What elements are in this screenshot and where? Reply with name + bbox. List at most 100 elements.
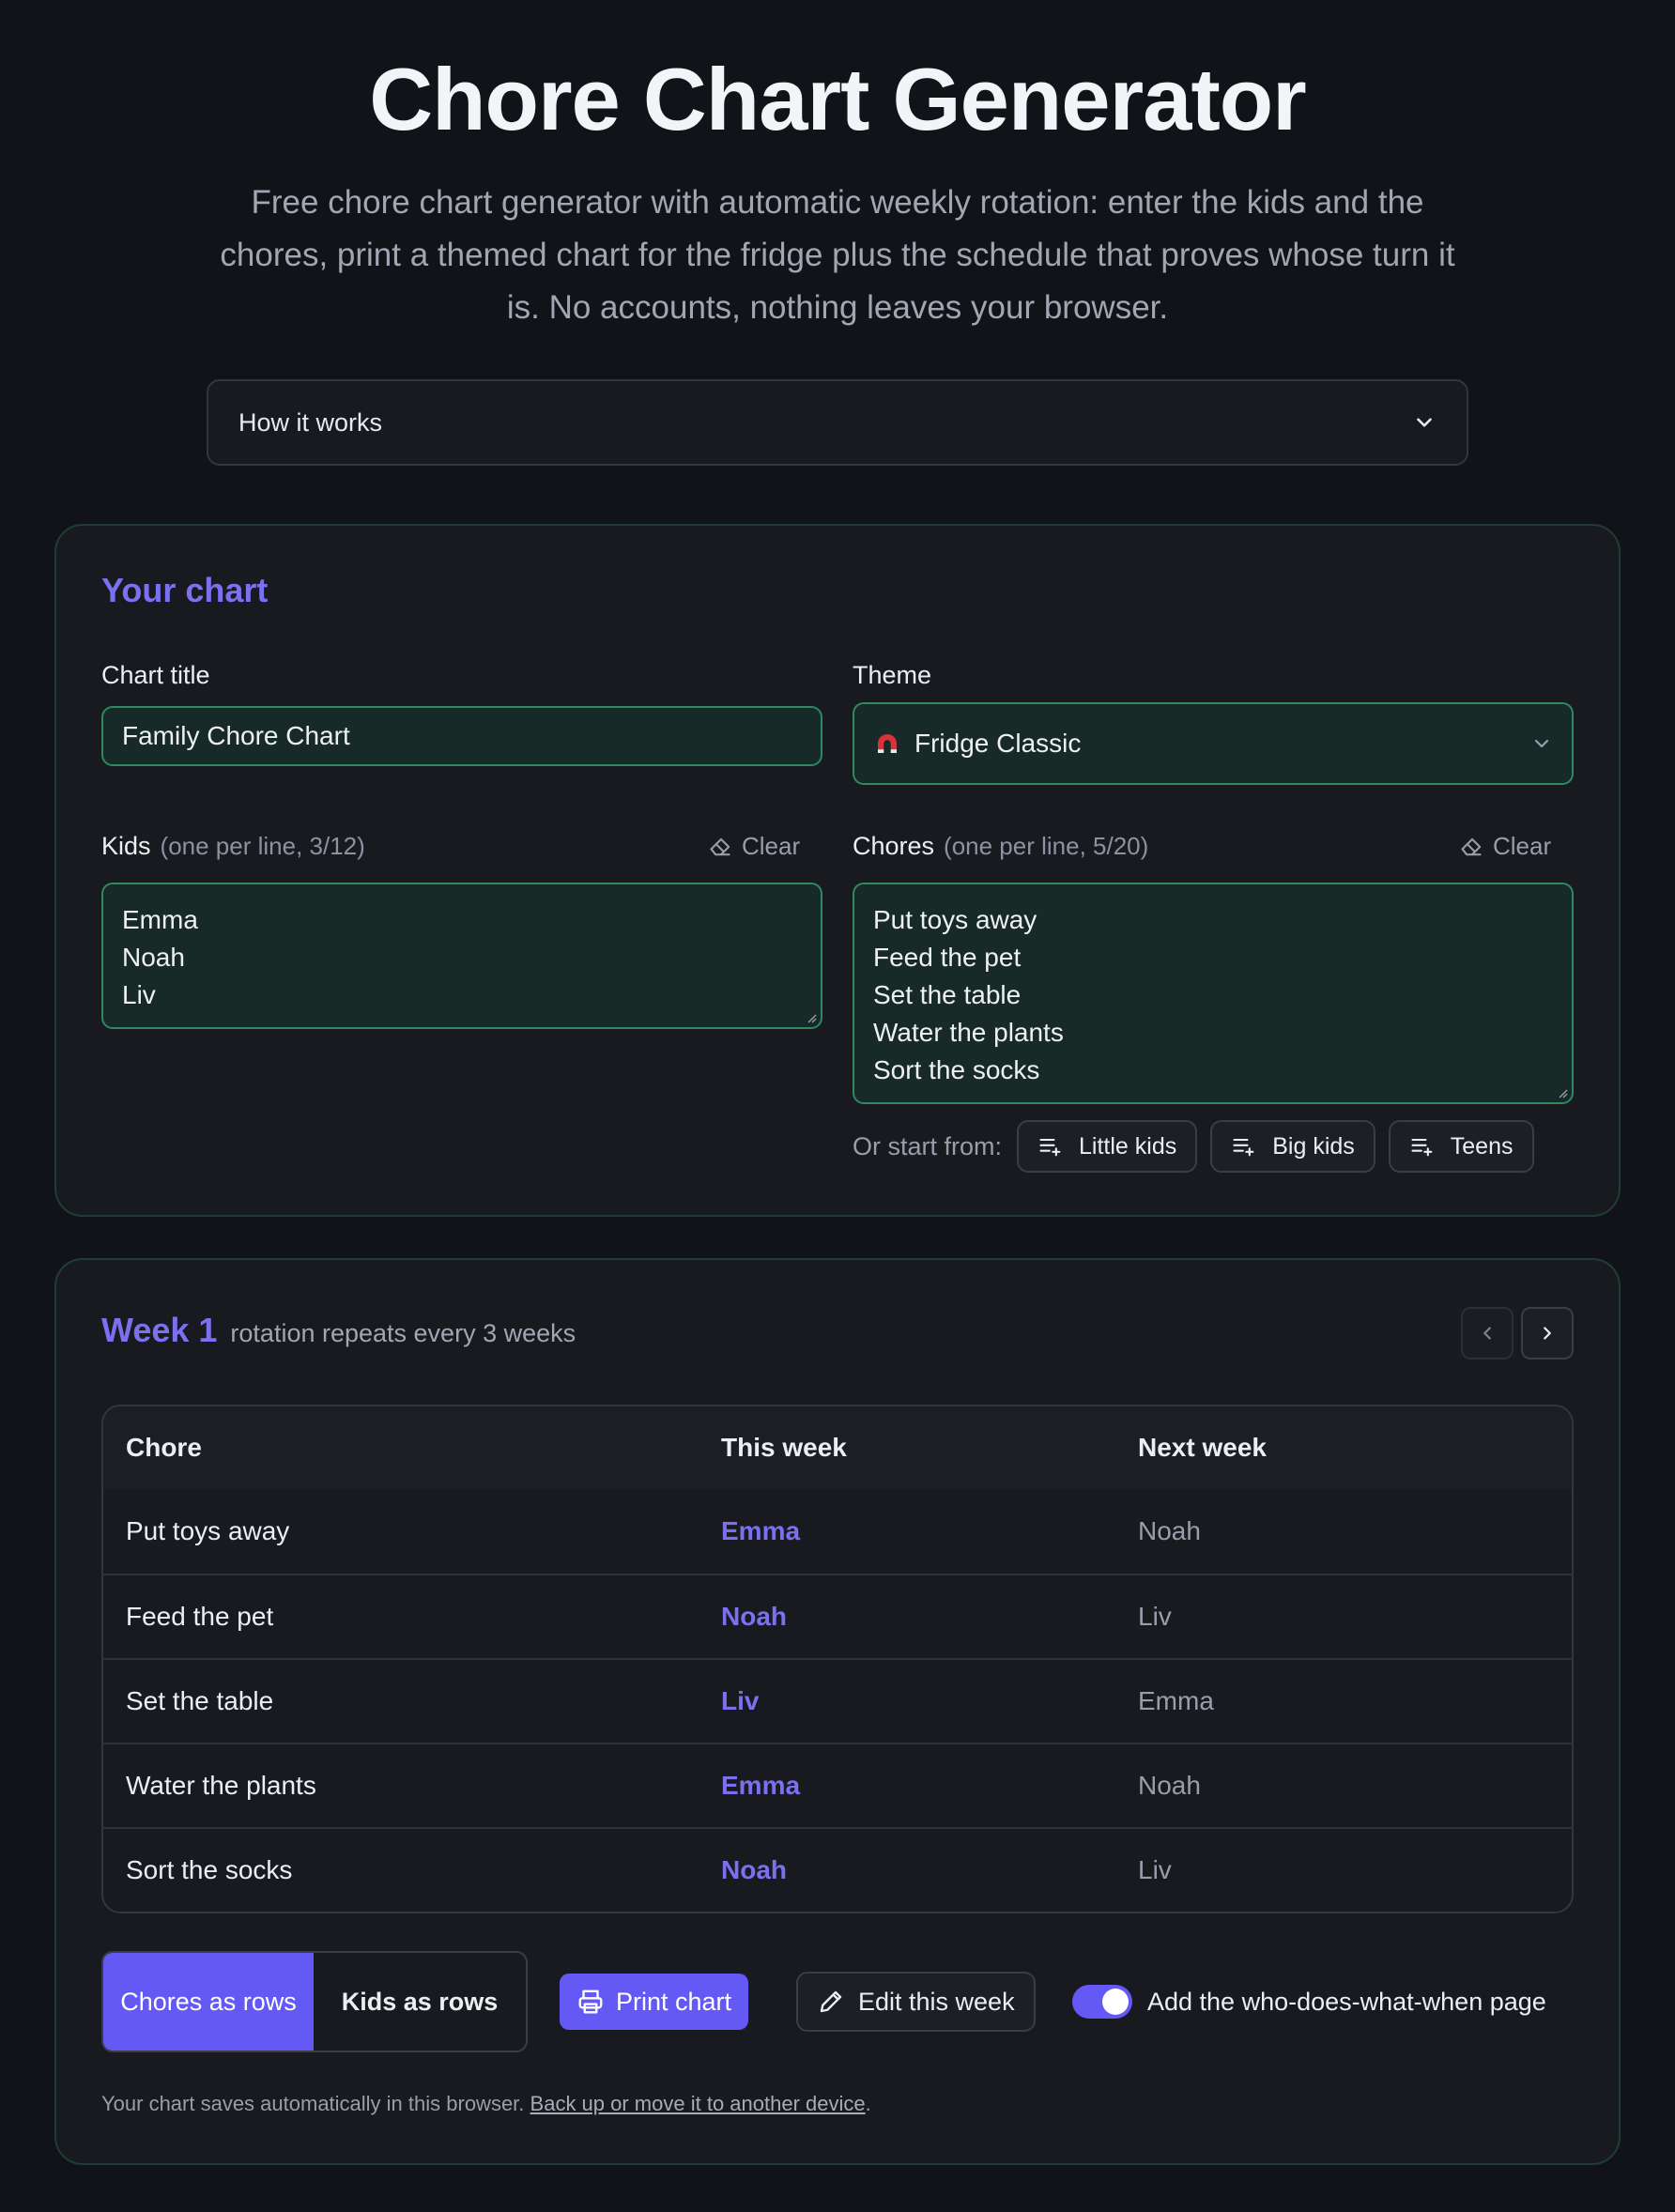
backup-link[interactable]: Back up or move it to another device [530,2092,866,2115]
list-add-icon [1039,1138,1061,1157]
magnet-icon [878,734,897,753]
page-title: Chore Chart Generator [369,50,1307,148]
kid-line: Emma [122,905,198,934]
chore-line: Set the table [873,980,1022,1009]
autosave-note: Your chart saves automatically in this b… [101,2092,871,2116]
preset-row: Or start from: Little kids Big kids Teen… [853,1119,1547,1174]
print-chart-button[interactable]: Print chart [560,1974,749,2030]
preset-label: Teens [1450,1132,1514,1160]
column-header: Next week [1138,1433,1267,1462]
chore-line: Put toys away [873,905,1037,934]
kids-label-text: Kids [101,832,151,860]
pencil-icon [820,1990,842,2013]
chore-line: Water the plants [873,1018,1064,1047]
table-row: Feed the pet Noah Liv [103,1574,1572,1658]
resize-grip-icon[interactable] [804,1010,817,1023]
next-week-cell: Noah [1138,1516,1201,1545]
this-week-cell: Liv [721,1686,760,1715]
next-week-cell: Emma [1138,1686,1214,1715]
layout-toggle: Chores as rows Kids as rows [101,1951,528,2052]
kids-hint: (one per line, 3/12) [160,832,365,860]
previous-week-button[interactable] [1461,1307,1514,1359]
preset-label: Little kids [1079,1132,1177,1160]
eraser-icon [1461,837,1482,855]
week-title: Week 1 [101,1311,218,1349]
rotation-note: rotation repeats every 3 weeks [230,1319,576,1347]
kid-line: Liv [122,980,156,1009]
chore-cell: Sort the socks [126,1855,293,1884]
start-from-label: Or start from: [853,1131,1003,1160]
chores-hint: (one per line, 5/20) [944,832,1149,860]
how-it-works-label: How it works [238,407,383,437]
next-week-cell: Noah [1138,1771,1201,1800]
column-header: Chore [126,1433,202,1462]
kids-textarea[interactable]: Emma Noah Liv [101,883,822,1029]
chore-cell: Water the plants [126,1771,316,1800]
print-chart-label: Print chart [616,1987,732,2016]
table-row: Sort the socks Noah Liv [103,1827,1572,1912]
this-week-cell: Noah [721,1855,787,1884]
kids-as-rows-option[interactable]: Kids as rows [314,1953,526,2051]
chevron-down-icon [1417,418,1432,427]
next-week-cell: Liv [1138,1855,1172,1884]
table-row: Put toys away Emma Noah [103,1489,1572,1574]
clear-kids-label: Clear [742,832,801,860]
kid-line: Noah [122,943,185,972]
clear-kids-button[interactable]: Clear [708,832,800,861]
table-header-row: Chore This week Next week [103,1406,1572,1489]
chevron-down-icon [1534,739,1549,748]
chore-cell: Feed the pet [126,1602,274,1631]
resize-grip-icon[interactable] [1555,1085,1568,1098]
chores-label-text: Chores [853,832,935,860]
this-week-cell: Emma [721,1516,801,1545]
theme-label: Theme [853,661,932,689]
chore-line: Feed the pet [873,943,1022,972]
week-heading: Week 1 rotation repeats every 3 weeks [101,1311,576,1350]
list-add-icon [1233,1138,1254,1157]
printer-icon [578,1989,603,2014]
next-week-button[interactable] [1521,1307,1574,1359]
preset-little-kids-button[interactable]: Little kids [1017,1120,1198,1173]
chart-title-label: Chart title [101,661,210,689]
how-it-works-toggle[interactable]: How it works [207,379,1468,466]
autosave-text: Your chart saves automatically in this b… [101,2092,525,2115]
page: Chore Chart Generator Free chore chart g… [0,0,1675,2212]
theme-value: Fridge Classic [914,729,1082,758]
chevron-right-icon [1544,1327,1551,1340]
rotation-table: Chore This week Next week Put toys away … [101,1405,1574,1913]
autosave-end: . [865,2092,871,2115]
table-body: Put toys away Emma Noah Feed the pet Noa… [103,1489,1572,1912]
edit-week-button[interactable]: Edit this week [796,1972,1036,2032]
preset-label: Big kids [1272,1132,1355,1160]
chore-cell: Set the table [126,1686,274,1715]
next-week-cell: Liv [1138,1602,1172,1631]
toggle-knob [1102,1989,1129,2015]
theme-select[interactable]: Fridge Classic [853,702,1574,785]
chore-line: Sort the socks [873,1055,1040,1084]
chart-heading: Your chart [101,571,269,609]
edit-week-label: Edit this week [858,1987,1015,2016]
clear-chores-button[interactable]: Clear [1459,832,1551,861]
chores-textarea[interactable]: Put toys away Feed the pet Set the table… [853,883,1574,1104]
chores-as-rows-option[interactable]: Chores as rows [103,1953,314,2051]
preset-big-kids-button[interactable]: Big kids [1210,1120,1375,1173]
chart-title-input[interactable]: Family Chore Chart [101,706,822,766]
kids-label: Kids (one per line, 3/12) [101,832,365,861]
this-week-cell: Emma [721,1771,801,1800]
table-row: Water the plants Emma Noah [103,1743,1572,1827]
preset-teens-button[interactable]: Teens [1388,1120,1534,1173]
chores-label: Chores (one per line, 5/20) [853,832,1148,861]
clear-chores-label: Clear [1493,832,1552,860]
eraser-icon [710,837,730,855]
week-rotation-card: Week 1 rotation repeats every 3 weeks Ch… [54,1258,1621,2165]
page-subtitle: Free chore chart generator with automati… [220,184,1455,326]
chore-cell: Put toys away [126,1516,290,1545]
this-week-cell: Noah [721,1602,787,1631]
list-add-icon [1411,1138,1433,1157]
column-header: This week [721,1433,847,1462]
chevron-left-icon [1483,1327,1491,1340]
schedule-page-toggle-label: Add the who-does-what-when page [1147,1988,1546,2016]
table-row: Set the table Liv Emma [103,1658,1572,1743]
chart-settings-card: Your chart Chart title Family Chore Char… [54,524,1621,1217]
schedule-page-toggle[interactable] [1072,1985,1132,2019]
